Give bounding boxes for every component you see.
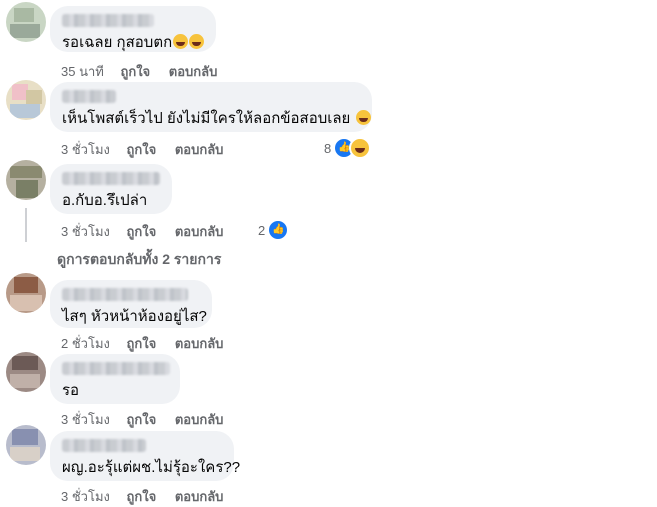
like-button[interactable]: ถูกใจ <box>120 64 150 79</box>
reply-button[interactable]: ตอบกลับ <box>175 489 224 504</box>
comment-actions: 3 ชั่วโมง ถูกใจ ตอบกลับ <box>61 486 238 507</box>
comment-bubble: ไสๆ หัวหน้าห้องอยู่ไส? <box>50 280 212 328</box>
thread-line <box>25 208 27 242</box>
reply-button[interactable]: ตอบกลับ <box>175 336 224 351</box>
comment-actions: 3 ชั่วโมง ถูกใจ ตอบกลับ <box>61 139 238 160</box>
like-reaction-icon: 👍 <box>267 219 290 241</box>
avatar[interactable] <box>6 80 46 120</box>
comment-time[interactable]: 3 ชั่วโมง <box>61 142 110 157</box>
comment-actions: 2 ชั่วโมง ถูกใจ ตอบกลับ <box>61 333 238 354</box>
author-name-redacted[interactable] <box>62 439 146 452</box>
haha-reaction-icon <box>349 137 372 159</box>
reply-button[interactable]: ตอบกลับ <box>175 412 224 427</box>
comment-bubble: เห็นโพสต์เร็วไป ยังไม่มีใครให้ลอกข้อสอบเ… <box>50 82 372 132</box>
reaction-count: 8 <box>324 140 332 156</box>
comment-text: อ.กับอ.รึเปล่า <box>62 192 148 209</box>
author-name-redacted[interactable] <box>62 288 188 301</box>
view-replies-link[interactable]: ดูการตอบกลับทั้ง 2 รายการ <box>57 249 221 271</box>
like-button[interactable]: ถูกใจ <box>127 336 157 351</box>
author-name-redacted[interactable] <box>62 90 116 103</box>
comment-text: ผญ.อะรุ้แต่ผช.ไม่รุ้อะใคร?? <box>62 459 241 476</box>
reaction-summary[interactable]: 8 👍 <box>324 137 372 159</box>
comment-time[interactable]: 35 นาที <box>61 64 104 79</box>
avatar[interactable] <box>6 273 46 313</box>
comment-bubble: รอ <box>50 354 180 404</box>
comment-bubble: อ.กับอ.รึเปล่า <box>50 164 172 214</box>
like-button[interactable]: ถูกใจ <box>127 142 157 157</box>
comment-actions: 3 ชั่วโมง ถูกใจ ตอบกลับ <box>61 221 238 242</box>
comment-text: รอเฉลย กุสอบตก <box>62 34 173 51</box>
comment-time[interactable]: 2 ชั่วโมง <box>61 336 110 351</box>
author-name-redacted[interactable] <box>62 362 170 375</box>
comment-actions: 35 นาที ถูกใจ ตอบกลับ <box>61 61 232 82</box>
author-name-redacted[interactable] <box>62 172 160 185</box>
like-button[interactable]: ถูกใจ <box>127 489 157 504</box>
like-button[interactable]: ถูกใจ <box>127 224 157 239</box>
comment-time[interactable]: 3 ชั่วโมง <box>61 489 110 504</box>
haha-emoji-icon <box>355 110 371 125</box>
comment-bubble: ผญ.อะรุ้แต่ผช.ไม่รุ้อะใคร?? <box>50 431 241 481</box>
avatar[interactable] <box>6 425 46 465</box>
avatar[interactable] <box>6 160 46 200</box>
comment-time[interactable]: 3 ชั่วโมง <box>61 412 110 427</box>
reply-button[interactable]: ตอบกลับ <box>169 64 218 79</box>
avatar[interactable] <box>6 352 46 392</box>
haha-emoji-icon <box>173 34 189 49</box>
reaction-summary[interactable]: 2 👍 <box>258 219 290 241</box>
avatar[interactable] <box>6 2 46 42</box>
reaction-count: 2 <box>258 222 266 238</box>
like-button[interactable]: ถูกใจ <box>127 412 157 427</box>
comment-bubble: รอเฉลย กุสอบตก <box>50 6 216 52</box>
comment-actions: 3 ชั่วโมง ถูกใจ ตอบกลับ <box>61 409 238 430</box>
author-name-redacted[interactable] <box>62 14 154 27</box>
comment-time[interactable]: 3 ชั่วโมง <box>61 224 110 239</box>
comment-text: เห็นโพสต์เร็วไป ยังไม่มีใครให้ลอกข้อสอบเ… <box>62 110 351 127</box>
comment-text: ไสๆ หัวหน้าห้องอยู่ไส? <box>62 308 207 325</box>
haha-emoji-icon <box>189 34 205 49</box>
reply-button[interactable]: ตอบกลับ <box>175 142 224 157</box>
reply-button[interactable]: ตอบกลับ <box>175 224 224 239</box>
comment-text: รอ <box>62 382 80 399</box>
